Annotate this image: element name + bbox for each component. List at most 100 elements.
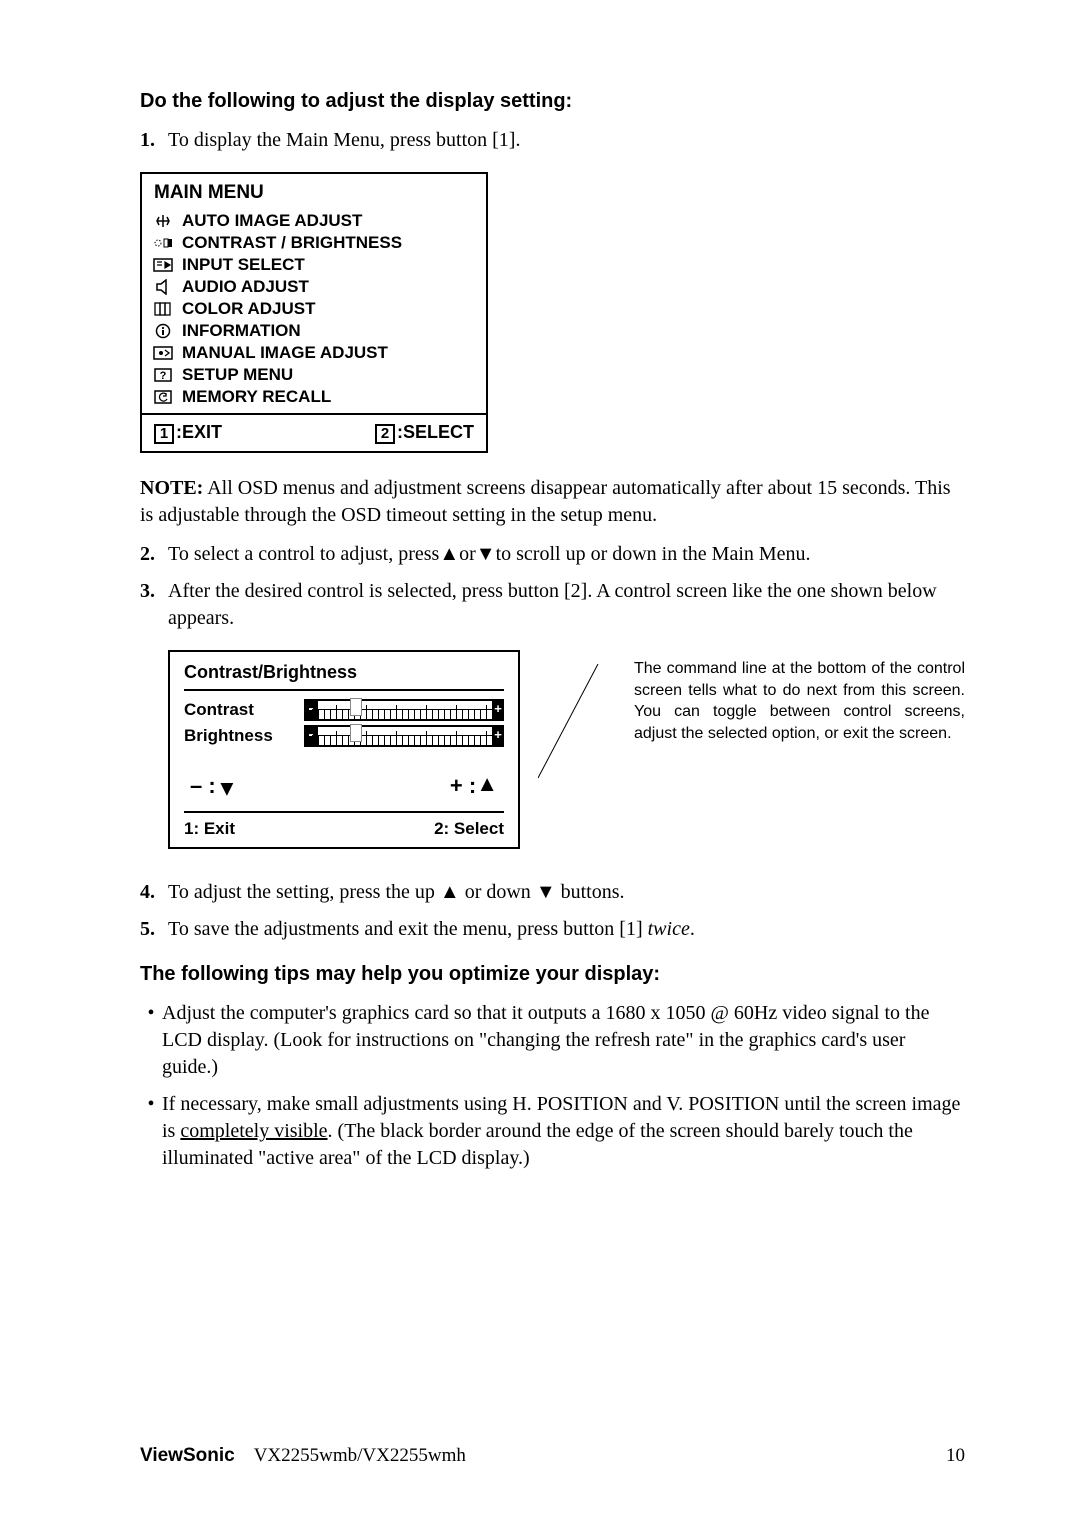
menu-label: CONTRAST / BRIGHTNESS: [182, 233, 402, 253]
cb-minus: – :▲: [190, 773, 237, 799]
step-1-body: To display the Main Menu, press button […: [168, 127, 965, 154]
exit-label: :EXIT: [176, 422, 222, 442]
slider-plus-icon: +: [492, 725, 504, 747]
tip-2-body: If necessary, make small adjustments usi…: [162, 1091, 965, 1172]
step-4-text-a: To adjust the setting, press the up: [168, 881, 440, 903]
menu-label: COLOR ADJUST: [182, 299, 316, 319]
contrast-brightness-osd: Contrast/Brightness Contrast - + Brightn…: [168, 650, 520, 849]
menu-label: AUDIO ADJUST: [182, 277, 309, 297]
key-2: 2: [375, 424, 395, 444]
cb-row-contrast: Contrast - +: [184, 697, 504, 723]
menu-label: AUTO IMAGE ADJUST: [182, 211, 362, 231]
menu-item-color-adjust: COLOR ADJUST: [142, 298, 486, 320]
page-footer: ViewSonic VX2255wmb/VX2255wmh 10: [140, 1445, 965, 1467]
note-body: All OSD menus and adjustment screens dis…: [140, 477, 951, 526]
step-5-text-a: To save the adjustments and exit the men…: [168, 918, 648, 940]
menu-item-input-select: INPUT SELECT: [142, 254, 486, 276]
tip-2: • If necessary, make small adjustments u…: [140, 1091, 965, 1172]
footer-left: ViewSonic VX2255wmb/VX2255wmh: [140, 1445, 466, 1467]
down-arrow-icon: ▼: [476, 543, 496, 565]
footer-select: 2:SELECT: [375, 422, 474, 444]
cb-caption: The command line at the bottom of the co…: [634, 650, 965, 744]
menu-item-audio-adjust: AUDIO ADJUST: [142, 276, 486, 298]
input-select-icon: [152, 256, 174, 274]
note-osd-timeout: NOTE: All OSD menus and adjustment scree…: [140, 475, 965, 529]
step-4-text-b: buttons.: [556, 881, 625, 903]
contrast-label: Contrast: [184, 700, 304, 720]
contrast-brightness-figure: Contrast/Brightness Contrast - + Brightn…: [168, 650, 965, 849]
svg-text:?: ?: [160, 370, 167, 382]
slider-plus-icon: +: [492, 699, 504, 721]
cb-footer: 1: Exit 2: Select: [184, 811, 504, 839]
menu-label: INPUT SELECT: [182, 255, 305, 275]
key-1: 1: [154, 424, 174, 444]
tip-1-body: Adjust the computer's graphics card so t…: [162, 1000, 965, 1081]
brightness-label: Brightness: [184, 726, 304, 746]
audio-icon: [152, 278, 174, 296]
tip-1: • Adjust the computer's graphics card so…: [140, 1000, 965, 1081]
menu-label: SETUP MENU: [182, 365, 293, 385]
step-2-or: or: [459, 543, 476, 565]
menu-item-manual-image-adjust: MANUAL IMAGE ADJUST: [142, 342, 486, 364]
step-3-number: 3.: [140, 578, 168, 632]
step-3-body: After the desired control is selected, p…: [168, 578, 965, 632]
note-label: NOTE:: [140, 477, 203, 499]
footer-exit: 1:EXIT: [154, 422, 222, 444]
step-2-number: 2.: [140, 541, 168, 568]
contrast-slider: - +: [304, 699, 504, 721]
step-5: 5. To save the adjustments and exit the …: [140, 916, 965, 943]
main-menu-title: MAIN MENU: [142, 174, 486, 210]
setup-icon: ?: [152, 366, 174, 384]
footer-brand: ViewSonic: [140, 1445, 235, 1466]
step-5-twice: twice: [648, 918, 690, 940]
menu-label: INFORMATION: [182, 321, 301, 341]
tip-2-underline: completely visible: [180, 1120, 327, 1142]
step-5-text-b: .: [690, 918, 695, 940]
menu-item-auto-image-adjust: AUTO IMAGE ADJUST: [142, 210, 486, 232]
cb-title: Contrast/Brightness: [184, 662, 504, 691]
cb-plus-label: + :: [450, 773, 476, 798]
cb-plus: + :▲: [450, 773, 498, 799]
cb-minus-label: – :: [190, 773, 216, 798]
brightness-icon: [152, 234, 174, 252]
step-5-body: To save the adjustments and exit the men…: [168, 916, 965, 943]
menu-label: MANUAL IMAGE ADJUST: [182, 343, 388, 363]
down-arrow-icon: ▼: [536, 881, 556, 903]
recall-icon: [152, 388, 174, 406]
bullet-dot: •: [140, 1000, 162, 1081]
step-4: 4. To adjust the setting, press the up ▲…: [140, 879, 965, 906]
color-icon: [152, 300, 174, 318]
step-2-body: To select a control to adjust, press▲or▼…: [168, 541, 965, 568]
down-arrow-icon: ▲: [216, 778, 238, 803]
brightness-slider: - +: [304, 725, 504, 747]
up-arrow-icon: ▲: [439, 543, 459, 565]
step-1-number: 1.: [140, 127, 168, 154]
up-arrow-icon: ▲: [440, 881, 460, 903]
contrast-thumb: [350, 698, 362, 716]
step-4-body: To adjust the setting, press the up ▲ or…: [168, 879, 965, 906]
footer-page-number: 10: [946, 1445, 965, 1467]
menu-item-information: INFORMATION: [142, 320, 486, 342]
heading-adjust-display: Do the following to adjust the display s…: [140, 90, 965, 113]
menu-item-contrast-brightness: CONTRAST / BRIGHTNESS: [142, 232, 486, 254]
cb-row-brightness: Brightness - +: [184, 723, 504, 749]
step-2: 2. To select a control to adjust, press▲…: [140, 541, 965, 568]
auto-adjust-icon: [152, 212, 174, 230]
up-arrow-icon: ▲: [476, 771, 498, 796]
step-2-text-b: to scroll up or down in the Main Menu.: [496, 543, 811, 565]
main-menu-footer: 1:EXIT 2:SELECT: [142, 413, 486, 451]
menu-label: MEMORY RECALL: [182, 387, 331, 407]
cb-arrow-row: – :▲ + :▲: [184, 773, 504, 799]
leader-line: [548, 650, 606, 710]
select-label: :SELECT: [397, 422, 474, 442]
step-2-text-a: To select a control to adjust, press: [168, 543, 439, 565]
manual-adjust-icon: [152, 344, 174, 362]
main-menu-osd: MAIN MENU AUTO IMAGE ADJUST CONTRAST / B…: [140, 172, 488, 453]
heading-optimize-tips: The following tips may help you optimize…: [140, 963, 965, 986]
step-4-number: 4.: [140, 879, 168, 906]
info-icon: [152, 322, 174, 340]
cb-exit: 1: Exit: [184, 819, 235, 839]
step-5-number: 5.: [140, 916, 168, 943]
footer-model: VX2255wmb/VX2255wmh: [254, 1445, 466, 1466]
brightness-thumb: [350, 724, 362, 742]
